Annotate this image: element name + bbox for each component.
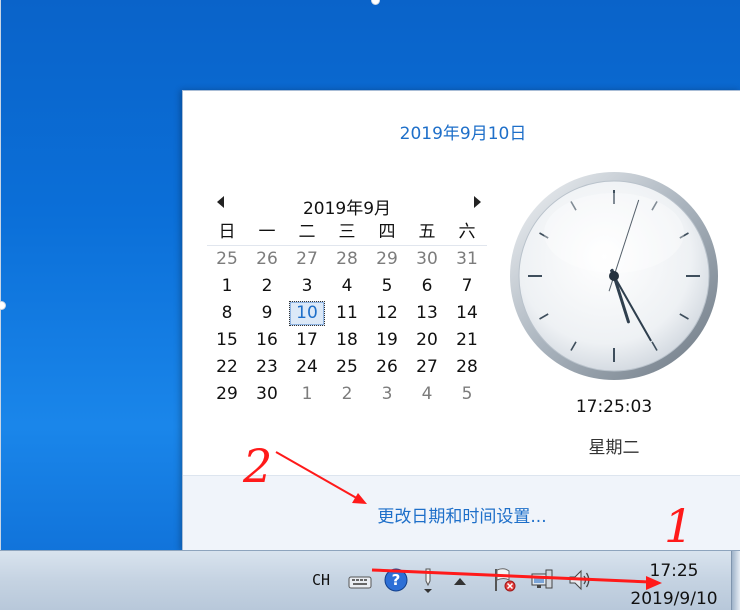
calendar-day[interactable]: 30	[407, 246, 447, 273]
weekday-header: 五	[407, 219, 447, 246]
keyboard-icon[interactable]	[346, 565, 374, 595]
volume-icon[interactable]	[566, 565, 594, 595]
calendar-day[interactable]: 2	[327, 381, 367, 408]
next-month-arrow-icon[interactable]	[474, 196, 481, 208]
calendar-header: 2019年9月	[209, 191, 485, 219]
calendar-day[interactable]: 29	[207, 381, 247, 408]
calendar-day[interactable]: 17	[287, 327, 327, 354]
calendar-day[interactable]: 24	[287, 354, 327, 381]
change-date-time-settings-link[interactable]: 更改日期和时间设置...	[183, 502, 740, 527]
analog-clock	[510, 172, 718, 380]
calendar-day[interactable]: 23	[247, 354, 287, 381]
calendar: 2019年9月 日 一 二 三 四 五 六 25 26 27 28 29 30 31 1 2 3 4…	[207, 191, 487, 408]
digital-time: 17:25:03	[575, 397, 653, 417]
clock-gloss	[544, 193, 684, 273]
calendar-day[interactable]: 16	[247, 327, 287, 354]
calendar-day[interactable]: 13	[407, 300, 447, 327]
calendar-day[interactable]: 22	[207, 354, 247, 381]
weekday-header: 二	[287, 219, 327, 246]
calendar-day[interactable]: 31	[447, 246, 487, 273]
calendar-day[interactable]: 21	[447, 327, 487, 354]
calendar-day[interactable]: 14	[447, 300, 487, 327]
calendar-day[interactable]: 26	[367, 354, 407, 381]
calendar-day[interactable]: 11	[327, 300, 367, 327]
long-date-link[interactable]: 2019年9月10日	[183, 119, 740, 144]
show-desktop-button[interactable]	[731, 551, 740, 610]
taskbar: CH ? 17:25 2019/9/10	[0, 550, 740, 610]
pen-icon[interactable]	[414, 565, 442, 595]
network-icon[interactable]	[528, 565, 556, 595]
calendar-day[interactable]: 18	[327, 327, 367, 354]
month-title[interactable]: 2019年9月	[209, 194, 485, 219]
calendar-day[interactable]: 20	[407, 327, 447, 354]
calendar-day[interactable]: 3	[367, 381, 407, 408]
weekday-header: 三	[327, 219, 367, 246]
selection-handle-top[interactable]	[371, 0, 380, 5]
svg-text:?: ?	[392, 571, 401, 589]
popup-footer: 更改日期和时间设置...	[183, 475, 740, 552]
calendar-day[interactable]: 25	[207, 246, 247, 273]
calendar-day[interactable]: 25	[327, 354, 367, 381]
calendar-day[interactable]: 5	[367, 273, 407, 300]
calendar-day[interactable]: 12	[367, 300, 407, 327]
calendar-grid: 日 一 二 三 四 五 六 25 26 27 28 29 30 31 1 2 3 4 5 6 7 8 9 10 1…	[207, 219, 487, 408]
calendar-day[interactable]: 28	[447, 354, 487, 381]
calendar-day[interactable]: 27	[287, 246, 327, 273]
calendar-day[interactable]: 3	[287, 273, 327, 300]
calendar-day[interactable]: 8	[207, 300, 247, 327]
weekday-header: 日	[207, 219, 247, 246]
weekday-label: 星期二	[588, 438, 640, 458]
clock-center-cap	[609, 271, 619, 281]
taskbar-clock-time[interactable]: 17:25	[630, 561, 718, 581]
date-time-popup: 2019年9月10日 2019年9月 日 一 二 三 四 五 六 25 26 27 2…	[182, 90, 740, 552]
calendar-day[interactable]: 4	[407, 381, 447, 408]
calendar-day[interactable]: 1	[207, 273, 247, 300]
calendar-day[interactable]: 15	[207, 327, 247, 354]
calendar-day[interactable]: 28	[327, 246, 367, 273]
calendar-day[interactable]: 2	[247, 273, 287, 300]
calendar-day[interactable]: 30	[247, 381, 287, 408]
weekday-header: 四	[367, 219, 407, 246]
calendar-day[interactable]: 29	[367, 246, 407, 273]
selection-handle-left[interactable]	[0, 301, 6, 310]
show-hidden-icons-arrow[interactable]	[446, 565, 474, 595]
weekday-header: 一	[247, 219, 287, 246]
calendar-day[interactable]: 19	[367, 327, 407, 354]
help-icon[interactable]: ?	[382, 565, 410, 595]
calendar-day[interactable]: 26	[247, 246, 287, 273]
calendar-day[interactable]: 6	[407, 273, 447, 300]
calendar-day[interactable]: 1	[287, 381, 327, 408]
calendar-day[interactable]: 5	[447, 381, 487, 408]
calendar-day[interactable]: 4	[327, 273, 367, 300]
weekday-header: 六	[447, 219, 487, 246]
language-indicator[interactable]: CH	[312, 571, 330, 589]
network-flag-icon[interactable]	[490, 565, 518, 595]
calendar-day[interactable]: 7	[447, 273, 487, 300]
calendar-day-today[interactable]: 10	[289, 301, 325, 326]
calendar-day[interactable]: 9	[247, 300, 287, 327]
taskbar-clock-date[interactable]: 2019/9/10	[614, 589, 734, 609]
calendar-day[interactable]: 27	[407, 354, 447, 381]
